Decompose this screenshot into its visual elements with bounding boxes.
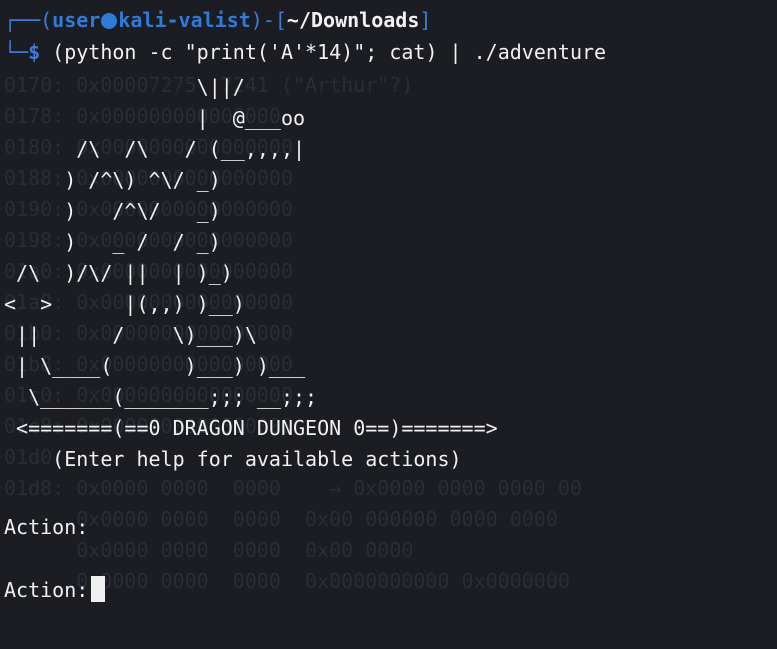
prompt-command-line: └─$ (python -c "print('A'*14)"; cat) | .… <box>4 37 606 68</box>
command-text: (python -c "print('A'*14)"; cat) | ./adv… <box>40 40 607 64</box>
text-cursor[interactable] <box>91 576 106 602</box>
dragon-ascii-art: \||/ | @___oo /\ /\ / (__,,,,| ) /^\) ^\… <box>4 75 498 471</box>
kali-skull-icon <box>101 13 118 29</box>
prompt-separator: )-[ <box>250 8 287 32</box>
action-prompt-line: Action: <box>4 512 88 543</box>
prompt-user: user <box>52 8 101 32</box>
prompt-dollar: $ <box>28 40 41 64</box>
prompt-host: kali-valist <box>118 8 251 32</box>
action-label: Action: <box>4 515 89 539</box>
prompt-corner-bottom: └─ <box>4 40 29 64</box>
prompt-corner-top: ┌──( <box>4 8 53 32</box>
action-input-line[interactable]: Action: <box>4 575 106 606</box>
terminal-window[interactable]: 0170: 0x00007275 7241 ("Arthur"?) 0178: … <box>0 0 777 649</box>
action-label: Action: <box>4 578 89 602</box>
prompt-close-bracket: ] <box>419 8 432 32</box>
prompt-cwd: ~/Downloads <box>286 8 420 32</box>
prompt-header: ┌──(user kali-valist)-[~/Downloads] <box>4 5 431 36</box>
